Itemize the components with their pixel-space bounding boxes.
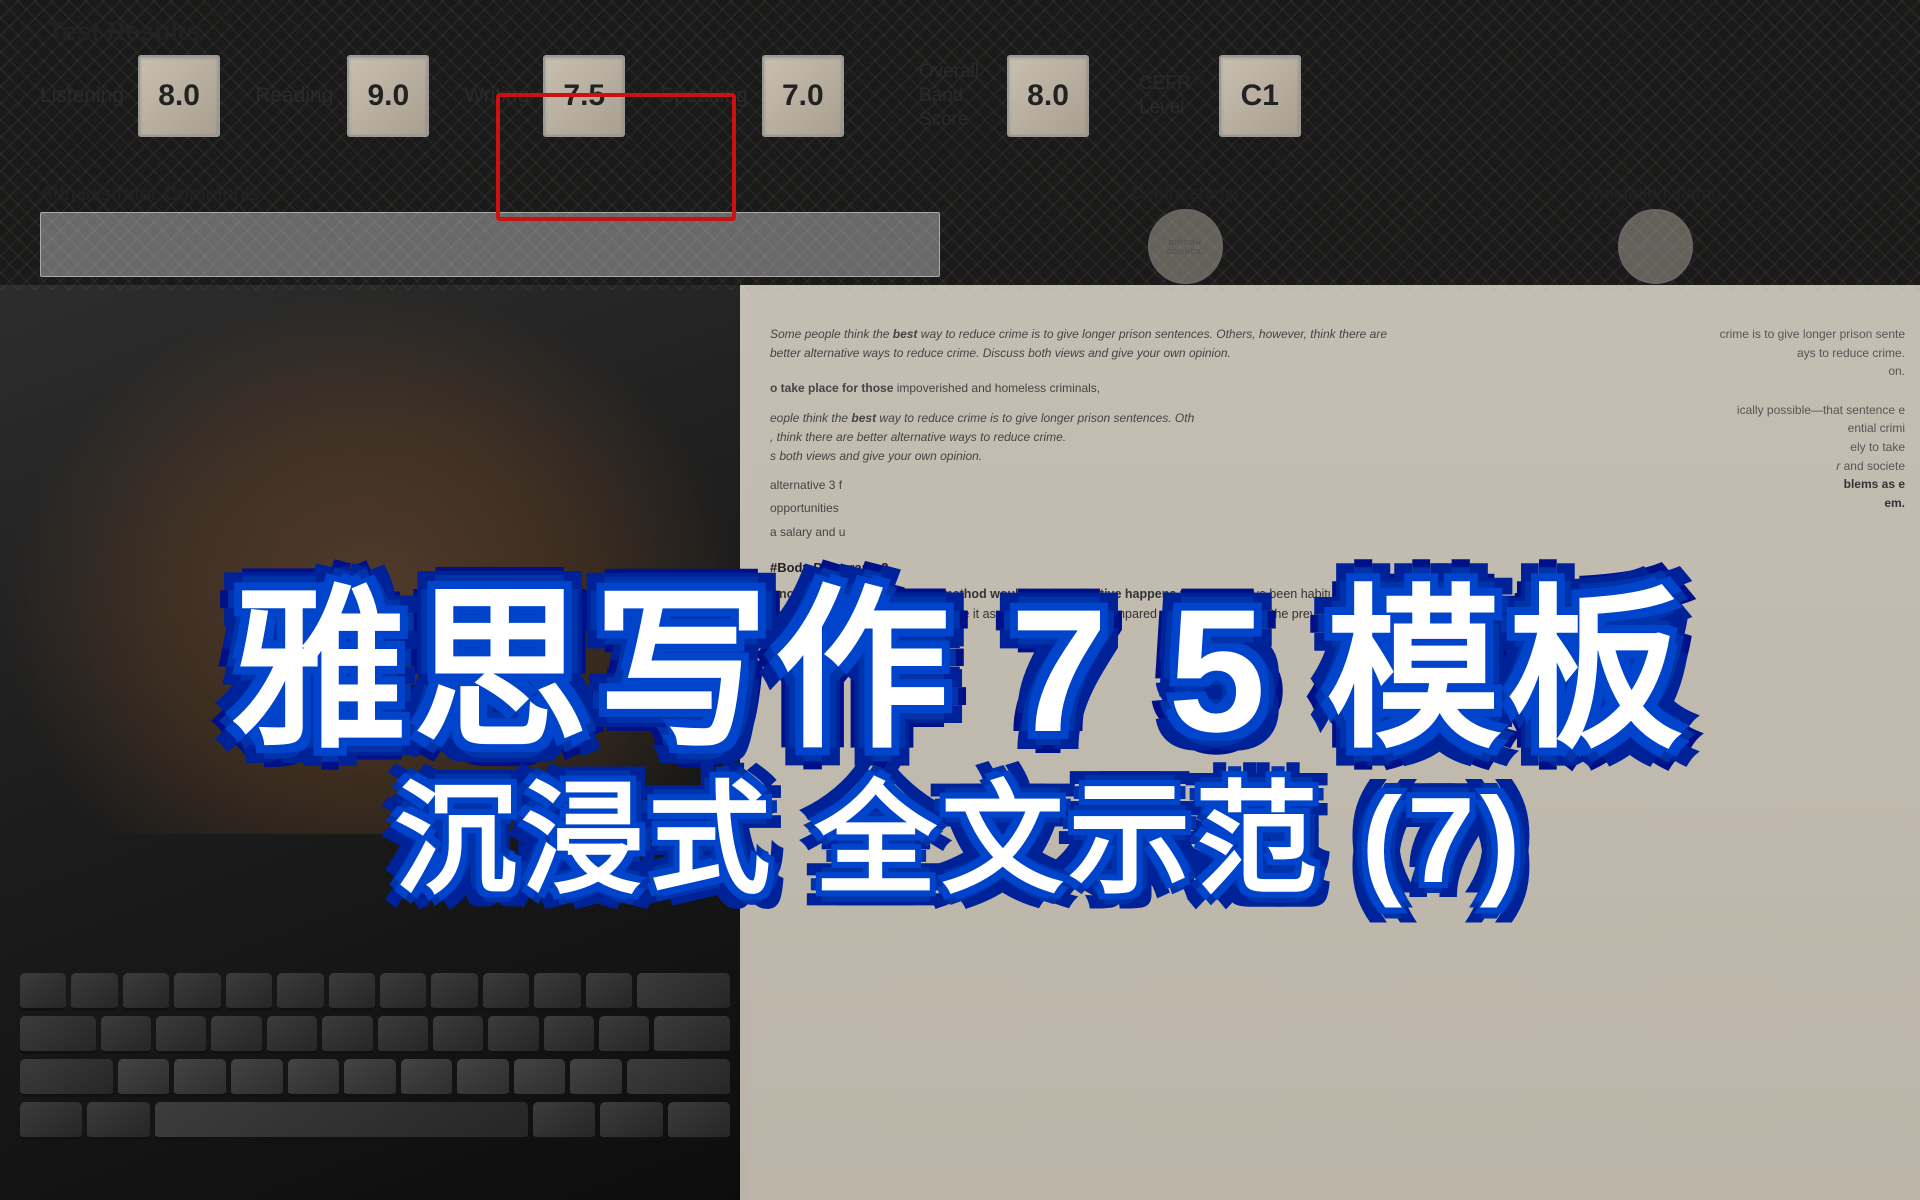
reading-score-box: 9.0: [347, 55, 429, 137]
reading-score-item: Reading 9.0: [255, 55, 429, 137]
reading-label: Reading: [255, 84, 333, 108]
centre-stamp-text: BRITISH COUNCIL: [1150, 238, 1221, 256]
overall-score-item: Overall Band Score: [919, 60, 979, 131]
cefr-label: CEFR Level: [1139, 72, 1191, 120]
overall-score-box: 8.0: [1007, 55, 1089, 137]
validation-stamp-area: Validation stamp VALIDATION STAMP: [1430, 183, 1880, 284]
validation-stamp-label: Validation stamp: [1589, 183, 1721, 204]
overall-label: Overall Band Score: [919, 60, 979, 131]
test-results-section: Test Results Listening 8.0 Reading 9.0 W…: [0, 0, 1920, 290]
speaking-score-box: 7.0: [762, 55, 844, 137]
cefr-label-item: CEFR Level: [1139, 72, 1191, 120]
centre-stamp-area: Centre stamp BRITISH COUNCIL: [960, 183, 1410, 284]
listening-score-item: Listening 8.0: [40, 55, 220, 137]
admin-comments-label: Administrator Comments: [40, 183, 940, 206]
admin-stamps-row: Administrator Comments Centre stamp BRIT…: [40, 183, 1880, 284]
speaking-label: Speaking: [660, 84, 748, 108]
centre-stamp-circle: BRITISH COUNCIL: [1148, 209, 1223, 284]
validation-stamp-circle: VALIDATION STAMP: [1618, 209, 1693, 284]
test-results-label: Test Results: [48, 16, 201, 47]
listening-label: Listening: [40, 84, 124, 108]
validation-stamp-text: VALIDATION STAMP: [1621, 243, 1689, 250]
scores-row: Listening 8.0 Reading 9.0 Writing 7.5 Sp…: [40, 55, 1301, 137]
centre-stamp-label: Centre stamp: [1131, 183, 1239, 204]
cefr-score-box: C1: [1219, 55, 1301, 137]
main-title-overlay: 雅思写作 7 5 模板 沉浸式 全文示范 (7): [0, 285, 1920, 1200]
subtitle: 沉浸式 全文示范 (7): [395, 779, 1526, 901]
writing-label: Writing: [464, 84, 529, 108]
admin-comments-box: [40, 212, 940, 277]
main-title: 雅思写作 7 5 模板: [232, 584, 1689, 759]
admin-comments-area: Administrator Comments: [40, 183, 940, 277]
listening-score-box: 8.0: [138, 55, 220, 137]
speaking-score-item: Speaking 7.0: [660, 55, 844, 137]
writing-score-box: 7.5: [543, 55, 625, 137]
writing-score-item: Writing 7.5: [464, 55, 625, 137]
